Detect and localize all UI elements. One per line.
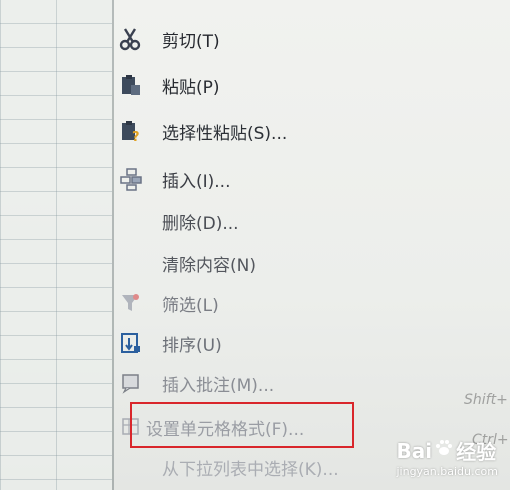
menu-item-label: 排序(U)	[162, 335, 222, 356]
paste-icon	[118, 72, 144, 98]
comment-icon	[118, 370, 144, 396]
baidu-watermark: Bai 经验 jingyan.baidu.com	[396, 436, 498, 479]
menu-item-sort[interactable]: 排序(U)	[114, 326, 454, 360]
filter-icon	[118, 290, 144, 316]
menu-item-label: 从下拉列表中选择(K)...	[162, 459, 339, 480]
menu-item-label: 粘贴(P)	[162, 77, 220, 98]
paw-icon	[434, 438, 454, 463]
menu-item-cut[interactable]: 剪切(T)	[114, 22, 454, 56]
menu-item-paste-special[interactable]: ? 选择性粘贴(S)...	[114, 114, 454, 148]
menu-item-paste[interactable]: 粘贴(P)	[114, 68, 454, 102]
spreadsheet-grid	[0, 0, 112, 490]
scissors-icon	[118, 26, 144, 52]
watermark-url: jingyan.baidu.com	[396, 465, 498, 478]
watermark-brand: Bai 经验	[396, 438, 497, 465]
menu-item-insert[interactable]: 插入(I)...	[114, 162, 454, 196]
sort-icon	[118, 330, 144, 356]
menu-item-label: 删除(D)...	[162, 213, 239, 234]
menu-item-label: 剪切(T)	[162, 31, 220, 52]
menu-item-label: 选择性粘贴(S)...	[162, 123, 288, 144]
insert-cells-icon	[118, 166, 144, 192]
menu-item-label: 插入(I)...	[162, 171, 231, 192]
menu-item-filter[interactable]: 筛选(L)	[114, 286, 454, 320]
format-cells-highlight-box	[130, 402, 354, 448]
paste-special-icon: ?	[118, 118, 144, 144]
menu-item-label: 清除内容(N)	[162, 255, 256, 276]
menu-item-clear-contents[interactable]: 清除内容(N)	[114, 246, 454, 280]
menu-item-delete[interactable]: 删除(D)...	[114, 204, 454, 238]
menu-item-label: 插入批注(M)...	[162, 375, 275, 396]
svg-text:?: ?	[132, 130, 140, 143]
menu-item-label: 筛选(L)	[162, 295, 219, 316]
menu-item-insert-comment[interactable]: 插入批注(M)...	[114, 366, 454, 400]
shortcut-hint-comment: Shift+	[464, 392, 508, 408]
screenshot-photo: 剪切(T) 粘贴(P) ? 选择性粘贴(S)... 插入(I)... 删除(D)…	[0, 0, 510, 490]
